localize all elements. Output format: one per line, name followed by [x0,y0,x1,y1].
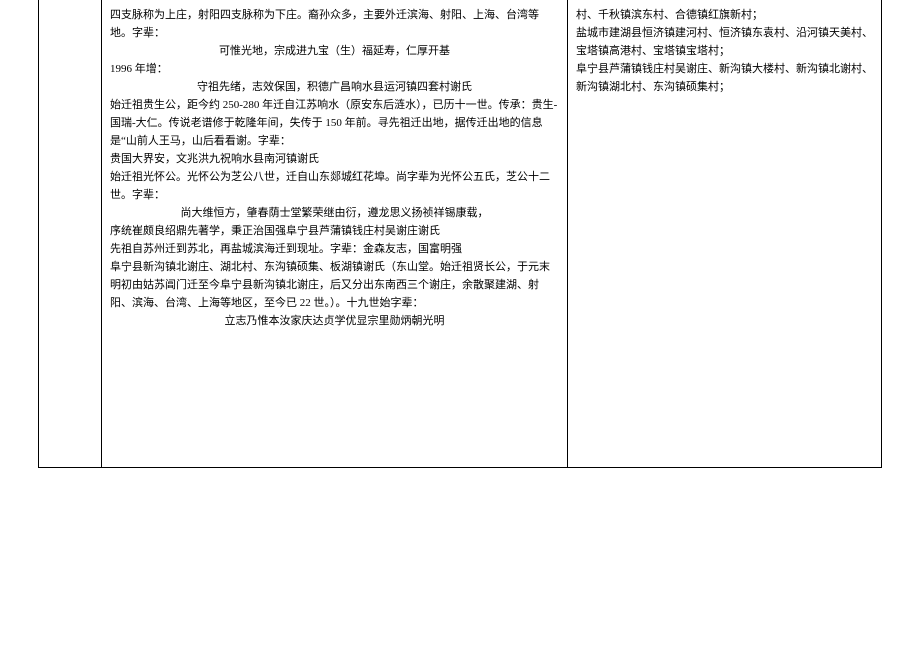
column-empty-left [39,0,102,467]
centered-line: 立志乃惟本汝家庆达贞学优显宗里勋炳朝光明 [110,312,559,330]
centered-line: 守祖先绪，志效保国，积德广昌响水县运河镇四套村谢氏 [110,78,559,96]
paragraph: 村、千秋镇滨东村、合德镇红旗新村； [576,6,873,24]
column-main-text: 四支脉称为上庄，射阳四支脉称为下庄。裔孙众多，主要外迁滨海、射阳、上海、台湾等地… [102,0,568,467]
table-frame: 四支脉称为上庄，射阳四支脉称为下庄。裔孙众多，主要外迁滨海、射阳、上海、台湾等地… [38,0,882,468]
paragraph: 四支脉称为上庄，射阳四支脉称为下庄。裔孙众多，主要外迁滨海、射阳、上海、台湾等地… [110,6,559,42]
centered-line: 可惟光地，宗成进九宝（生）福延寿，仁厚开基 [110,42,559,60]
paragraph: 始迁祖贵生公，距今约 250-280 年迁自江苏响水（原安东后涟水），已历十一世… [110,96,559,150]
paragraph: 始迁祖光怀公。光怀公为芝公八世，迁自山东郯城红花埠。尚字辈为光怀公五氏，芝公十二… [110,168,559,204]
document-page: 四支脉称为上庄，射阳四支脉称为下庄。裔孙众多，主要外迁滨海、射阳、上海、台湾等地… [0,0,920,651]
paragraph: 1996 年增： [110,60,559,78]
paragraph: 先祖自苏州迁到苏北，再盐城滨海迁到现址。字辈：金森友志，国富明强 [110,240,559,258]
paragraph: 阜宁县芦蒲镇钱庄村吴谢庄、新沟镇大楼村、新沟镇北谢村、新沟镇湖北村、东沟镇硕集村… [576,60,873,96]
paragraph: 序统崔颇良绍鼎先著学，秉正治国强阜宁县芦蒲镇钱庄村吴谢庄谢氏 [110,222,559,240]
paragraph: 盐城市建湖县恒济镇建河村、恒济镇东袁村、沿河镇天美村、宝塔镇高港村、宝塔镇宝塔村… [576,24,873,60]
paragraph: 阜宁县新沟镇北谢庄、湖北村、东沟镇硕集、板湖镇谢氏（东山堂。始迁祖贤长公，于元末… [110,258,559,312]
paragraph: 贵国大界安，文兆洪九祝响水县南河镇谢氏 [110,150,559,168]
column-right-text: 村、千秋镇滨东村、合德镇红旗新村； 盐城市建湖县恒济镇建河村、恒济镇东袁村、沿河… [568,0,881,467]
centered-line: 尚大维恒方，肇春荫士堂繁荣继由衍，遵龙思义扬祯祥锡康载， [110,204,559,222]
